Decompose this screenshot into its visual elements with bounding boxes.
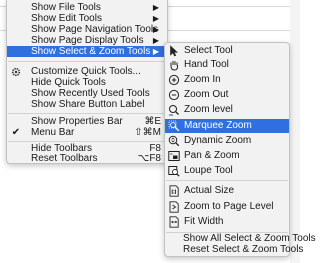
- loupe-icon: [168, 165, 180, 177]
- zoom-in-icon: [168, 74, 180, 86]
- menu-item-show-edit-tools[interactable]: Show Edit Tools ▶: [7, 13, 167, 24]
- menu-item-label: Menu Bar: [31, 127, 75, 138]
- gear-icon: [10, 66, 22, 77]
- menu-item-hide-quick-tools[interactable]: Hide Quick Tools: [7, 77, 167, 88]
- submenu-arrow-icon: ▶: [152, 25, 159, 34]
- submenu-arrow-icon: ▶: [152, 47, 159, 56]
- submenu-arrow-icon: ▶: [152, 14, 159, 23]
- submenu-item-label: Zoom to Page Level: [184, 201, 274, 212]
- submenu-item-zoom-in[interactable]: Zoom In: [165, 73, 289, 87]
- shortcut-label: ⇧⌘M: [134, 127, 161, 138]
- submenu-item-label: Hand Tool: [184, 59, 229, 70]
- menu-item-label: Show Edit Tools: [31, 13, 102, 24]
- menu-separator: [166, 180, 288, 181]
- menu-separator: [8, 113, 166, 114]
- checkmark-icon: ✔: [11, 127, 21, 138]
- menu-separator: [8, 61, 166, 62]
- fit-width-icon: [168, 216, 180, 228]
- submenu-item-label: Dynamic Zoom: [184, 135, 252, 146]
- submenu-arrow-icon: ▶: [152, 36, 159, 45]
- shortcut-label: ⌥F8: [137, 153, 161, 164]
- menu-item-reset-toolbars[interactable]: Reset Toolbars ⌥F8: [7, 153, 167, 164]
- menu-item-menu-bar[interactable]: ✔ Menu Bar ⇧⌘M: [7, 127, 167, 138]
- submenu-item-select-tool[interactable]: Select Tool: [165, 44, 289, 58]
- menu-item-show-select-zoom-tools[interactable]: Show Select & Zoom Tools ▶: [7, 46, 167, 57]
- submenu-item-loupe-tool[interactable]: Loupe Tool: [165, 164, 289, 178]
- menu-item-show-share-button-label[interactable]: Show Share Button Label: [7, 99, 167, 110]
- submenu-item-zoom-level[interactable]: Zoom level: [165, 103, 289, 117]
- dynamic-zoom-icon: [168, 135, 180, 147]
- submenu-item-label: Zoom In: [184, 74, 221, 85]
- menu-item-label: Customize Quick Tools...: [31, 66, 141, 77]
- submenu-item-fit-width[interactable]: Fit Width: [165, 215, 289, 229]
- zoom-to-page-icon: [168, 201, 180, 213]
- submenu-item-label: Zoom Out: [184, 89, 229, 100]
- menu-separator: [8, 141, 166, 142]
- menu-item-label: Reset Toolbars: [31, 153, 98, 164]
- toolbar-context-menu: Show File Tools ▶ Show Edit Tools ▶ Show…: [6, 0, 168, 164]
- submenu-item-actual-size[interactable]: Actual Size: [165, 184, 289, 198]
- hand-icon: [168, 59, 180, 71]
- background-panel: [290, 0, 300, 263]
- submenu-item-label: Loupe Tool: [184, 165, 233, 176]
- menu-item-label: Show File Tools: [31, 2, 101, 13]
- menu-item-label: Show Properties Bar: [31, 116, 123, 127]
- menu-item-label: Show Recently Used Tools: [31, 88, 150, 99]
- submenu-item-dynamic-zoom[interactable]: Dynamic Zoom: [165, 134, 289, 148]
- pan-zoom-icon: [168, 150, 180, 162]
- arrow-cursor-icon: [168, 45, 180, 57]
- marquee-zoom-icon: [168, 120, 180, 132]
- zoom-level-icon: [168, 104, 180, 116]
- submenu-item-label: Actual Size: [184, 185, 235, 196]
- submenu-item-marquee-zoom[interactable]: Marquee Zoom: [165, 119, 289, 133]
- select-zoom-submenu: Select Tool Hand Tool Zoom In Zoom Out Z…: [164, 42, 316, 257]
- menu-item-customize-quick-tools[interactable]: Customize Quick Tools...: [7, 66, 167, 77]
- submenu-item-label: Reset Select & Zoom Tools: [183, 244, 304, 255]
- submenu-item-reset-select-zoom-tools[interactable]: Reset Select & Zoom Tools: [165, 244, 303, 256]
- submenu-arrow-icon: ▶: [152, 3, 159, 12]
- actual-size-icon: [168, 185, 180, 197]
- submenu-item-label: Zoom level: [184, 104, 233, 115]
- menu-item-label: Hide Quick Tools: [31, 77, 106, 88]
- menu-item-show-recently-used-tools[interactable]: Show Recently Used Tools: [7, 88, 167, 99]
- menu-item-show-page-display-tools[interactable]: Show Page Display Tools ▶: [7, 35, 167, 46]
- submenu-item-zoom-out[interactable]: Zoom Out: [165, 88, 289, 102]
- submenu-item-label: Pan & Zoom: [184, 150, 240, 161]
- shortcut-label: ⌘E: [144, 116, 161, 127]
- submenu-item-zoom-to-page-level[interactable]: Zoom to Page Level: [165, 200, 289, 214]
- submenu-item-pan-zoom[interactable]: Pan & Zoom: [165, 149, 289, 163]
- menu-item-label: Show Page Navigation Tools: [31, 24, 159, 35]
- menu-item-label: Show Select & Zoom Tools: [31, 46, 151, 57]
- submenu-item-label: Select Tool: [184, 45, 233, 56]
- menu-item-show-file-tools[interactable]: Show File Tools ▶: [7, 2, 167, 13]
- submenu-item-hand-tool[interactable]: Hand Tool: [165, 58, 289, 72]
- submenu-item-label: Fit Width: [184, 216, 224, 227]
- menu-item-label: Show Share Button Label: [31, 99, 145, 110]
- menu-item-show-properties-bar[interactable]: Show Properties Bar ⌘E: [7, 116, 167, 127]
- submenu-item-label: Marquee Zoom: [184, 120, 252, 131]
- zoom-out-icon: [168, 89, 180, 101]
- menu-item-show-page-navigation-tools[interactable]: Show Page Navigation Tools ▶: [7, 24, 167, 35]
- menu-item-label: Show Page Display Tools: [31, 35, 144, 46]
